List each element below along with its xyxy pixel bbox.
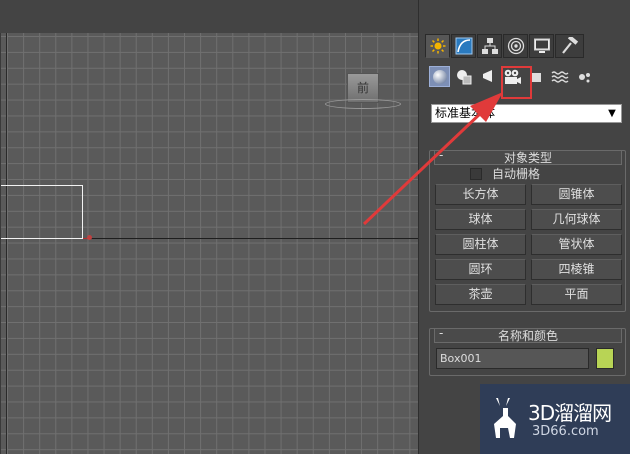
plane-button[interactable]: 平面 bbox=[531, 284, 622, 305]
category-space-warps[interactable] bbox=[549, 66, 570, 87]
watermark-brand: 3D溜溜网 bbox=[528, 401, 612, 425]
command-panel-tabs bbox=[425, 34, 584, 58]
pivot-point bbox=[87, 235, 92, 240]
cylinder-button[interactable]: 圆柱体 bbox=[435, 234, 526, 255]
sphere-button[interactable]: 球体 bbox=[435, 209, 526, 230]
chevron-down-icon[interactable]: ▼ bbox=[605, 106, 619, 121]
name-color-rollout-header[interactable]: - 名称和颜色 bbox=[434, 326, 622, 343]
sphere-icon bbox=[432, 69, 447, 84]
grid-axis-vertical bbox=[6, 33, 7, 454]
pyramid-button[interactable]: 四棱锥 bbox=[531, 259, 622, 280]
geosphere-button[interactable]: 几何球体 bbox=[531, 209, 622, 230]
cone-button[interactable]: 圆锥体 bbox=[531, 184, 622, 205]
viewcube-ring[interactable] bbox=[325, 99, 401, 109]
box-object-outline[interactable] bbox=[1, 185, 83, 239]
watermark-logo: 3D溜溜网 3D66.com bbox=[480, 384, 630, 454]
autogrid-checkbox[interactable] bbox=[470, 167, 482, 180]
object-name-field[interactable]: Box001 bbox=[436, 348, 589, 369]
object-type-rollout-header[interactable]: - 对象类型 bbox=[434, 148, 622, 165]
category-geometry[interactable] bbox=[429, 66, 450, 87]
perspective-viewport[interactable]: 前 bbox=[0, 33, 418, 454]
object-type-title: 对象类型 bbox=[503, 151, 552, 165]
tab-modify[interactable] bbox=[451, 34, 476, 58]
curve-icon bbox=[455, 37, 472, 55]
shapes-icon bbox=[456, 69, 471, 84]
light-icon bbox=[482, 69, 492, 82]
torus-button[interactable]: 圆环 bbox=[435, 259, 526, 280]
name-color-rollout: - 名称和颜色 Box001 bbox=[429, 326, 626, 376]
object-type-rollout: - 对象类型 自动栅格 长方体 圆锥体 球体 几何球体 圆柱体 管状体 圆环 四… bbox=[429, 148, 626, 312]
object-subcategory-dropdown[interactable]: 标准基本体 ▼ bbox=[431, 104, 622, 123]
autogrid-row[interactable]: 自动栅格 bbox=[470, 165, 540, 182]
object-color-swatch[interactable] bbox=[596, 348, 614, 369]
autogrid-label: 自动栅格 bbox=[492, 167, 541, 181]
motion-icon bbox=[507, 37, 524, 55]
dropdown-value: 标准基本体 bbox=[435, 106, 496, 120]
tab-display[interactable] bbox=[529, 34, 554, 58]
category-lights[interactable] bbox=[477, 66, 498, 87]
tab-create[interactable] bbox=[425, 34, 450, 58]
name-color-title: 名称和颜色 bbox=[497, 329, 558, 343]
wave-icon bbox=[551, 70, 568, 83]
monitor-icon bbox=[533, 38, 550, 53]
tab-motion[interactable] bbox=[503, 34, 528, 58]
teapot-button[interactable]: 茶壶 bbox=[435, 284, 526, 305]
hammer-icon bbox=[561, 37, 578, 54]
sun-icon bbox=[430, 38, 445, 54]
tube-button[interactable]: 管状体 bbox=[531, 234, 622, 255]
box-button[interactable]: 长方体 bbox=[435, 184, 526, 205]
category-shapes[interactable] bbox=[453, 66, 474, 87]
tab-hierarchy[interactable] bbox=[477, 34, 502, 58]
gear-icon bbox=[578, 72, 590, 82]
watermark-url: 3D66.com bbox=[532, 424, 599, 439]
primitive-button-grid: 长方体 圆锥体 球体 几何球体 圆柱体 管状体 圆环 四棱锥 茶壶 平面 bbox=[435, 184, 622, 305]
deer-logo-icon bbox=[494, 398, 516, 438]
camera-highlight-box bbox=[501, 66, 532, 99]
category-systems[interactable] bbox=[573, 66, 594, 87]
tab-utilities[interactable] bbox=[555, 34, 584, 58]
hierarchy-icon bbox=[481, 38, 498, 54]
